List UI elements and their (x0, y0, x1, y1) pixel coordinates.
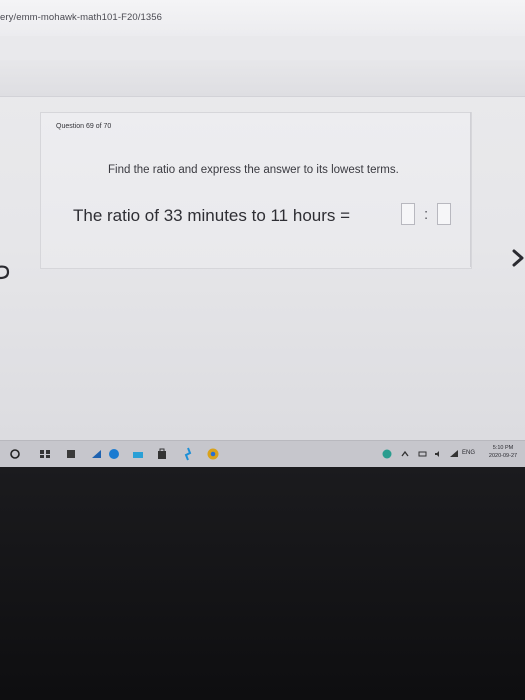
app-icon-4[interactable] (181, 447, 195, 461)
next-arrow-icon[interactable] (511, 247, 525, 269)
windows-start-icon[interactable] (9, 447, 23, 461)
ratio-colon: : (424, 206, 429, 223)
clock-time: 5:10 PM (492, 445, 514, 451)
battery-icon[interactable] (418, 449, 428, 459)
url-text: ery/emm-mohawk-math101-F20/1356 (0, 12, 163, 23)
app-icon-1[interactable] (64, 447, 78, 461)
volume-icon[interactable] (434, 449, 444, 459)
task-view-icon[interactable] (38, 447, 52, 461)
wifi-icon[interactable] (449, 449, 459, 459)
question-instruction: Find the ratio and express the answer to… (108, 164, 399, 176)
tray-app-icon[interactable] (382, 449, 392, 459)
chrome-icon[interactable] (206, 447, 220, 461)
monitor-bezel (0, 467, 525, 700)
edge-browser-icon[interactable] (107, 447, 121, 461)
address-bar[interactable]: ery/emm-mohawk-math101-F20/1356 (0, 0, 525, 37)
language-indicator[interactable]: ENG (462, 450, 475, 456)
app-icon-2[interactable] (90, 447, 104, 461)
windows-taskbar: ENG 5:10 PM 2020-09-27 (0, 440, 525, 467)
header-spacer (0, 36, 525, 60)
store-icon[interactable] (155, 447, 169, 461)
course-header-band (0, 60, 525, 97)
ratio-first-term-input[interactable] (401, 203, 415, 225)
screen: ery/emm-mohawk-math101-F20/1356 Question… (0, 0, 525, 440)
question-counter: Question 69 of 70 (56, 123, 112, 130)
previous-arrow-icon[interactable] (0, 263, 12, 281)
ratio-second-term-input[interactable] (437, 203, 451, 225)
app-icon-3[interactable] (131, 447, 145, 461)
clock-date: 2020-09-27 (488, 453, 518, 459)
question-prompt: The ratio of 33 minutes to 11 hours = (73, 206, 351, 225)
chevron-up-icon[interactable] (400, 449, 410, 459)
panel-divider (470, 112, 471, 267)
system-clock[interactable]: 5:10 PM 2020-09-27 (483, 444, 523, 460)
question-panel (40, 112, 472, 269)
